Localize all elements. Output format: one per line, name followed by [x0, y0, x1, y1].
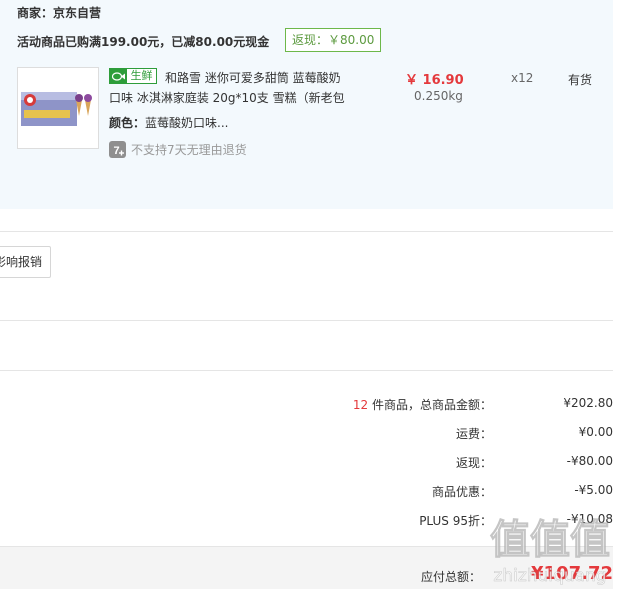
- shipping-label: 运费：: [455, 427, 492, 441]
- payable-amount: ¥107.72: [531, 563, 613, 584]
- item-count: 12: [352, 398, 369, 412]
- summary-plus-row: PLUS 95折： -¥10.08: [300, 512, 613, 530]
- section-divider: [0, 231, 613, 232]
- discount-label: 商品优惠：: [431, 485, 492, 499]
- merchant-name: 商家：京东自营: [17, 6, 102, 20]
- stock-status: 有货: [568, 73, 593, 87]
- items-label-text: 件商品，总商品金额：: [368, 398, 492, 412]
- payable-label: 应付总额：: [420, 570, 481, 584]
- plus-discount-value: -¥10.08: [566, 512, 613, 526]
- fish-icon: [110, 69, 127, 83]
- color-label: 颜色：: [109, 116, 146, 130]
- payable-footer: 应付总额： ¥107.72: [0, 546, 613, 589]
- plus-discount-label: PLUS 95折：: [419, 514, 492, 528]
- section-divider: [0, 370, 613, 371]
- no-return-7-icon: 7: [109, 141, 126, 158]
- summary-discount-row: 商品优惠： -¥5.00: [300, 483, 613, 501]
- invoice-button[interactable]: 影响报销: [0, 246, 51, 278]
- fresh-tag-label: 生鲜: [130, 69, 153, 82]
- product-weight: 0.250kg: [414, 89, 463, 103]
- shipping-value: ¥0.00: [578, 425, 613, 439]
- rebate-value: -¥80.00: [566, 454, 613, 468]
- summary-rebate-row: 返现： -¥80.00: [300, 454, 613, 472]
- summary-items-row: 12 件商品，总商品金额： ¥202.80: [300, 396, 613, 414]
- product-quantity: x12: [511, 71, 534, 85]
- order-panel: 商家：京东自营 活动商品已购满199.00元，已减80.00元现金 返现：￥80…: [0, 0, 613, 209]
- fresh-tag: 生鲜: [109, 68, 157, 84]
- items-total: ¥202.80: [563, 396, 613, 410]
- no-return-icon-digit: 7: [113, 145, 119, 157]
- ice-cream-box-image: [21, 92, 92, 126]
- promo-text: 活动商品已购满199.00元，已减80.00元现金: [17, 35, 270, 49]
- rebate-badge: 返现：￥80.00: [285, 28, 382, 52]
- summary-shipping-row: 运费： ¥0.00: [300, 425, 613, 443]
- no-return-text: 不支持7天无理由退货: [131, 143, 247, 157]
- section-divider: [0, 320, 613, 321]
- rebate-label: 返现：: [455, 456, 492, 470]
- summary-items-label: 12 件商品，总商品金额：: [353, 396, 492, 413]
- color-value: 蓝莓酸奶口味...: [145, 116, 229, 130]
- no-return-notice: 7 不支持7天无理由退货: [109, 141, 247, 158]
- product-image[interactable]: [17, 67, 99, 149]
- product-color: 颜色：蓝莓酸奶口味...: [109, 114, 228, 131]
- product-price: ￥ 16.90: [405, 73, 464, 88]
- discount-value: -¥5.00: [574, 483, 613, 497]
